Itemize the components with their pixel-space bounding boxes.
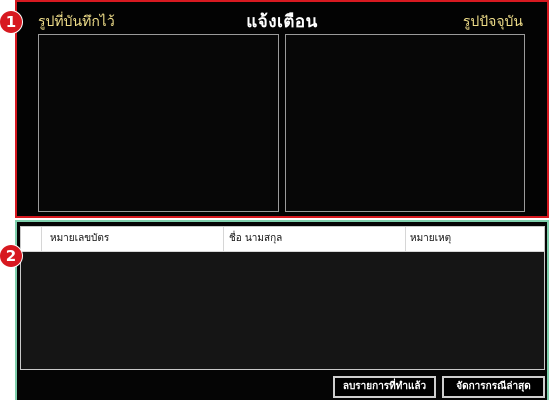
column-header-card-number[interactable]: หมายเลขบัตร xyxy=(42,227,224,251)
alert-window: 1 รูปที่บันทึกไว้ แจ้งเตือน รูปปัจจุบัน … xyxy=(0,0,551,400)
row-indicator-header[interactable] xyxy=(21,227,42,251)
section-2-marker: 2 xyxy=(0,245,22,267)
delete-completed-button[interactable]: ลบรายการที่ทำแล้ว xyxy=(333,376,436,398)
table-header: หมายเลขบัตร ชื่อ นามสกุล หมายเหตุ xyxy=(21,227,544,252)
alert-panel: รูปที่บันทึกไว้ แจ้งเตือน รูปปัจจุบัน xyxy=(15,0,549,218)
current-photo-frame xyxy=(285,34,525,212)
table-body[interactable] xyxy=(21,252,544,369)
current-photo-label: รูปปัจจุบัน xyxy=(462,14,523,30)
saved-photo-frame xyxy=(38,34,279,212)
alert-list-table[interactable]: หมายเลขบัตร ชื่อ นามสกุล หมายเหตุ xyxy=(20,226,545,370)
column-header-full-name[interactable]: ชื่อ นามสกุล xyxy=(224,227,406,251)
column-header-note[interactable]: หมายเหตุ xyxy=(406,227,544,251)
section-1-marker: 1 xyxy=(0,11,22,33)
manage-latest-button[interactable]: จัดการกรณีล่าสุด xyxy=(442,376,545,398)
alert-list-panel: หมายเลขบัตร ชื่อ นามสกุล หมายเหตุ ลบรายก… xyxy=(15,220,549,400)
